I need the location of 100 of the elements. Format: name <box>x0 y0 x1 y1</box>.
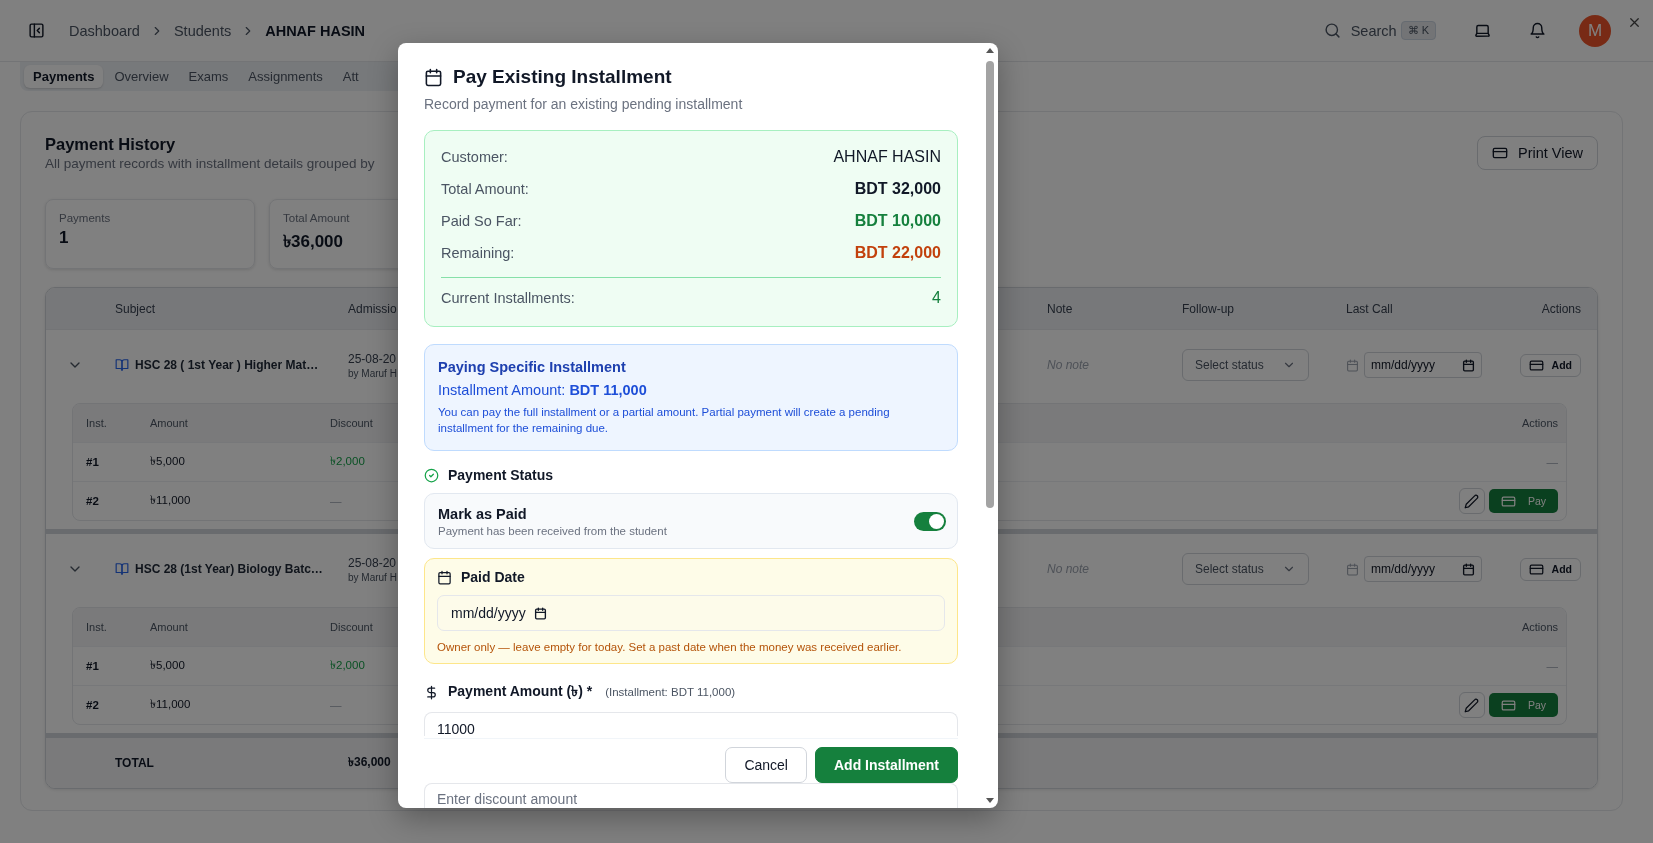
column-header: Amount <box>150 621 188 633</box>
calendar-icon <box>424 67 443 87</box>
card-icon <box>1528 357 1544 373</box>
section-heading: Paid Date <box>461 569 525 585</box>
tab[interactable]: Exams <box>179 65 238 88</box>
column-header: Admissio <box>348 301 397 316</box>
breadcrumb-link[interactable]: Dashboard <box>69 22 140 39</box>
summary-label: Total Amount: <box>441 181 529 197</box>
column-header: Actions <box>1521 417 1558 429</box>
calendar-icon <box>1346 562 1359 576</box>
calendar-icon <box>1346 358 1359 372</box>
table-cell-text: ৳11,000 <box>150 492 191 508</box>
avatar[interactable]: M <box>1579 14 1611 47</box>
table-cell: #1 <box>86 660 99 672</box>
breadcrumb-link[interactable]: Students <box>173 22 232 39</box>
summary-label: Remaining: <box>441 245 515 261</box>
tab[interactable]: Att <box>333 65 368 88</box>
shortcut-hint: ⌘ K <box>1400 21 1436 40</box>
summary-label: Customer: <box>441 149 508 165</box>
info-title: Paying Specific Installment <box>438 359 627 375</box>
check-circle-icon <box>424 467 439 483</box>
tab[interactable]: Payments <box>24 65 104 88</box>
table-cell-text: ৳5,000 <box>150 453 185 469</box>
column-header: Actions <box>1521 621 1558 633</box>
table-cell: #1 <box>86 456 99 468</box>
card-icon <box>1492 145 1508 161</box>
cancel-button[interactable]: Cancel <box>725 746 807 783</box>
close-button[interactable] <box>1627 15 1642 30</box>
admission-date: 25-08-20 <box>348 351 397 366</box>
column-header: Last Call <box>1346 301 1393 316</box>
close-icon <box>1627 15 1642 30</box>
sidebar-toggle-icon <box>28 22 45 39</box>
section-title: Payment History <box>45 135 177 154</box>
calendar-icon <box>533 606 547 620</box>
column-header: Follow-up <box>1182 301 1235 316</box>
add-button[interactable]: Add <box>1519 353 1581 377</box>
column-header: Inst. <box>86 417 107 429</box>
subject-name: HSC 28 ( 1st Year ) Higher Mat… <box>135 358 319 372</box>
date-field[interactable]: mm/dd/yyyy <box>1364 556 1482 582</box>
tab[interactable]: Overview <box>105 65 178 88</box>
date-field[interactable]: mm/dd/yyyy <box>1364 352 1482 378</box>
amount-field[interactable]: 11000 <box>424 712 958 736</box>
book-icon <box>115 562 129 576</box>
add-button[interactable]: Add <box>1519 557 1581 581</box>
table-cell: — <box>330 495 342 507</box>
installment-amount: Installment Amount: BDT 11,000 <box>438 382 648 398</box>
field-hint: (Installment: BDT 11,000) <box>605 686 736 698</box>
print-view-button[interactable]: Print View <box>1477 136 1598 170</box>
submit-button[interactable]: Add Installment <box>815 746 958 783</box>
dialog-subtitle: Record payment for an existing pending installment <box>424 96 744 112</box>
stat-value: 1 <box>59 228 69 248</box>
toggle-label: Mark as Paid <box>438 506 528 522</box>
search-icon <box>1323 22 1341 39</box>
book-icon <box>115 358 129 372</box>
section-subtitle: All payment records with installment details grouped by <box>45 156 375 171</box>
calendar-icon <box>1462 562 1475 576</box>
table-cell-text: ৳11,000 <box>150 696 191 712</box>
admitted-by: by Maruf H <box>348 571 397 583</box>
summary-value: BDT 10,000 <box>854 212 941 230</box>
column-header: Discount <box>330 621 373 633</box>
table-cell: TOTAL <box>115 756 154 770</box>
dialog-title: Pay Existing Installment <box>453 66 672 88</box>
follow-up-select[interactable]: Select status <box>1182 553 1309 585</box>
table-cell: — <box>1546 456 1558 468</box>
summary-value: 4 <box>932 289 941 307</box>
field-label: Payment Amount (৳) * <box>448 682 593 701</box>
summary-value: BDT 22,000 <box>854 244 941 262</box>
admitted-by: by Maruf H <box>348 367 397 379</box>
tab[interactable]: Assignments <box>239 65 332 88</box>
discount-field[interactable]: Enter discount amount <box>424 782 958 808</box>
toggle-hint: Payment has been received from the student <box>438 525 667 537</box>
table-cell: #2 <box>86 495 99 507</box>
follow-up-select[interactable]: Select status <box>1182 349 1309 381</box>
date-field[interactable]: mm/dd/yyyy <box>437 595 945 631</box>
table-cell: #2 <box>86 699 99 711</box>
table-cell: — <box>330 699 342 711</box>
card-icon <box>1528 561 1544 577</box>
stat-value: ৳36,000 <box>283 231 343 253</box>
pay-button[interactable]: Pay <box>1488 489 1558 513</box>
summary-label: Current Installments: <box>441 290 575 306</box>
laptop-icon[interactable] <box>1474 22 1491 39</box>
pay-button[interactable]: Pay <box>1488 693 1558 717</box>
column-header: Discount <box>330 417 373 429</box>
calendar-icon <box>437 569 452 585</box>
summary-value: BDT 32,000 <box>854 180 941 198</box>
dollar-icon <box>424 684 439 700</box>
admission-date: 25-08-20 <box>348 555 397 570</box>
edit-button[interactable] <box>1458 488 1485 514</box>
table-cell-text: ৳2,000 <box>330 657 365 673</box>
pencil-icon <box>1464 493 1480 509</box>
summary-value: AHNAF HASIN <box>833 148 941 166</box>
edit-button[interactable] <box>1458 692 1485 718</box>
toggle-switch[interactable] <box>914 512 946 531</box>
card-icon <box>1500 493 1516 509</box>
column-header: Actions <box>1541 301 1581 316</box>
breadcrumb-current: AHNAF HASIN <box>265 22 366 39</box>
search-button[interactable]: Search <box>1323 22 1397 39</box>
info-note: You can pay the full installment or a partial amount. Partial payment will create a pending installment for the remaining due. <box>438 405 891 436</box>
bell-icon[interactable] <box>1529 22 1546 39</box>
calendar-icon <box>1462 358 1475 372</box>
